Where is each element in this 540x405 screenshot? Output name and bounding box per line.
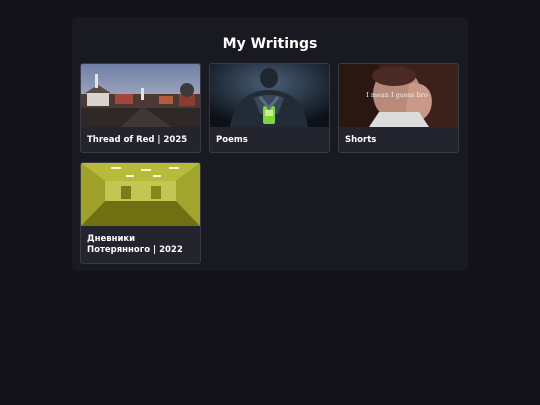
writing-card-poems[interactable]: Poems xyxy=(209,63,330,153)
page-title: My Writings xyxy=(222,36,318,52)
card-title: Thread of Red | 2025 xyxy=(87,135,188,145)
writing-card-thread-of-red[interactable]: Thread of Red | 2025 xyxy=(80,63,201,153)
man-facepalm-image: I mean I guess bro xyxy=(339,64,458,127)
backrooms-yellow-room-image xyxy=(81,163,200,226)
card-title: Poems xyxy=(216,135,248,145)
image-caption: I mean I guess bro xyxy=(366,91,428,99)
card-title: Shorts xyxy=(345,135,377,145)
praying-figure-image xyxy=(210,64,329,127)
small-town-street-image xyxy=(81,64,200,127)
writings-panel: My Writings Thread of Red | 2025 Poems I… xyxy=(72,17,468,271)
writing-card-diaries[interactable]: Дневники Потерянного | 2022 xyxy=(80,162,201,264)
writing-card-shorts[interactable]: I mean I guess bro Shorts xyxy=(338,63,459,153)
card-title: Дневники Потерянного | 2022 xyxy=(87,234,183,255)
